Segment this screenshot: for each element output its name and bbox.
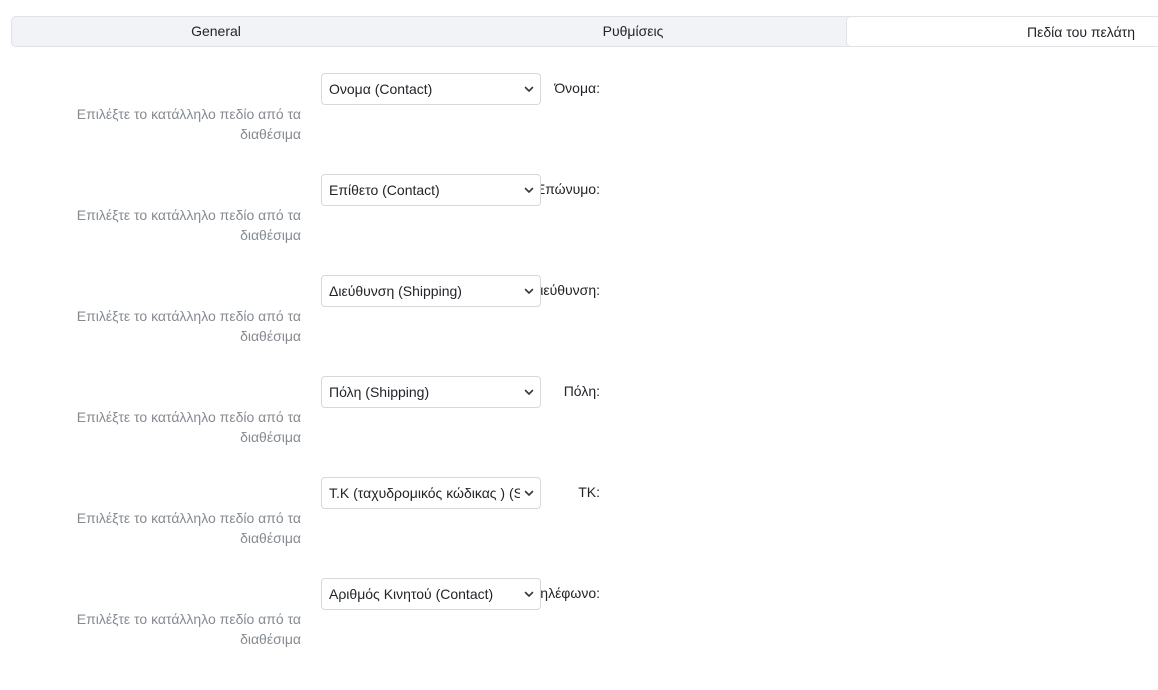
field-help-text: Επιλέξτε το κατάλληλο πεδίο από τα διαθέ… xyxy=(76,409,301,445)
field-help-text: Επιλέξτε το κατάλληλο πεδίο από τα διαθέ… xyxy=(76,611,301,647)
field-help-text: Επιλέξτε το κατάλληλο πεδίο από τα διαθέ… xyxy=(76,510,301,546)
chevron-down-icon xyxy=(524,591,534,597)
field-select[interactable]: Αριθμός Κινητού (Contact) xyxy=(321,578,541,610)
field-select-value: Τ.Κ (ταχυδρομικός κώδικας ) (Shipping) xyxy=(329,485,520,501)
tab-settings[interactable]: Ρυθμίσεις xyxy=(420,17,846,46)
chevron-down-icon xyxy=(524,288,534,294)
field-row: Πόλη: Επιλέξτε το κατάλληλο πεδίο από τα… xyxy=(0,376,600,456)
field-select-value: Αριθμός Κινητού (Contact) xyxy=(329,586,494,602)
field-row: Όνομα: Επιλέξτε το κατάλληλο πεδίο από τ… xyxy=(0,73,600,153)
field-select[interactable]: Πόλη (Shipping) xyxy=(321,376,541,408)
field-help-text: Επιλέξτε το κατάλληλο πεδίο από τα διαθέ… xyxy=(76,308,301,344)
field-select[interactable]: Επίθετο (Contact) xyxy=(321,174,541,206)
chevron-down-icon xyxy=(524,86,534,92)
tab-bar: General Ρυθμίσεις Πεδία του πελάτη xyxy=(11,16,1158,47)
tab-customer-fields-label: Πεδία του πελάτη xyxy=(1027,24,1136,40)
field-row: ΤΚ: Επιλέξτε το κατάλληλο πεδίο από τα δ… xyxy=(0,477,600,557)
field-select[interactable]: Διεύθυνση (Shipping) xyxy=(321,275,541,307)
field-help-text: Επιλέξτε το κατάλληλο πεδίο από τα διαθέ… xyxy=(76,207,301,243)
field-select[interactable]: Τ.Κ (ταχυδρομικός κώδικας ) (Shipping) xyxy=(321,477,541,509)
tab-general[interactable]: General xyxy=(12,17,420,46)
tab-customer-fields[interactable]: Πεδία του πελάτη xyxy=(846,16,1158,47)
field-row: Διεύθυνση: Επιλέξτε το κατάλληλο πεδίο α… xyxy=(0,275,600,355)
field-select[interactable]: Ονομα (Contact) xyxy=(321,73,541,105)
chevron-down-icon xyxy=(524,389,534,395)
field-select-value: Διεύθυνση (Shipping) xyxy=(329,283,462,299)
field-select-value: Ονομα (Contact) xyxy=(329,81,433,97)
field-row: Τηλέφωνο: Επιλέξτε το κατάλληλο πεδίο απ… xyxy=(0,578,600,658)
field-select-value: Επίθετο (Contact) xyxy=(329,182,440,198)
chevron-down-icon xyxy=(524,490,534,496)
field-row: Επώνυμο: Επιλέξτε το κατάλληλο πεδίο από… xyxy=(0,174,600,254)
field-select-value: Πόλη (Shipping) xyxy=(329,384,430,400)
field-help-text: Επιλέξτε το κατάλληλο πεδίο από τα διαθέ… xyxy=(76,106,301,142)
chevron-down-icon xyxy=(524,187,534,193)
